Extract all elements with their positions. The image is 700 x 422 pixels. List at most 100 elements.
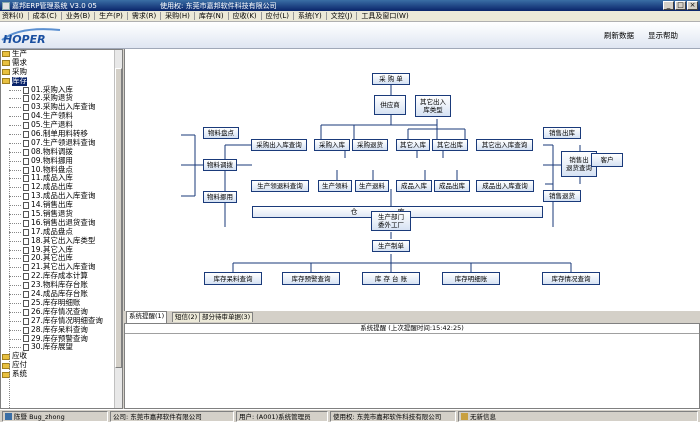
menu-item[interactable]: 采购(H) [163, 11, 192, 21]
module-tree: 生产 需求 采购 库存 01.采购入库 02.采购退货 03.采购出入库查询 04.生产领料 0… [0, 49, 123, 409]
document-icon [23, 335, 29, 343]
window-controls: _ □ × [663, 1, 698, 10]
menu-item[interactable]: 库存(N) [197, 11, 226, 21]
status-messages[interactable]: 无新信息 [458, 411, 698, 422]
menu-separator [193, 12, 195, 20]
menu-bar: 资料(I) 成本(C) 业务(B) 生产(P) 需求(R) 采购(H) 库存(N) 应收(K)… [0, 11, 700, 22]
node-stock-detail[interactable]: 库存明细账 [442, 272, 500, 285]
menu-item[interactable]: 需求(R) [130, 11, 158, 21]
tree-item[interactable]: 30.库存展望 [1, 342, 122, 352]
tree-item-label: 库存 [12, 75, 27, 86]
node-product-io-query[interactable]: 成品出入库查询 [476, 180, 534, 192]
node-stock-status[interactable]: 库存情况查询 [542, 272, 600, 285]
menu-separator [325, 12, 327, 20]
menu-item[interactable]: 文控(J) [329, 11, 355, 21]
node-purchase-order[interactable]: 采 购 单 [372, 73, 410, 85]
node-other-io-type[interactable]: 其它出入 库类型 [415, 95, 451, 117]
document-icon [23, 175, 29, 183]
document-icon [23, 104, 29, 112]
refresh-data-button[interactable]: 刷新数据 [604, 30, 634, 41]
document-icon [23, 122, 29, 130]
menu-item[interactable]: 成本(C) [31, 11, 59, 21]
tree-connector [9, 148, 10, 408]
document-icon [23, 317, 29, 325]
node-supplier[interactable]: 供应商 [374, 95, 406, 115]
message-tabs: 系统提醒(1) 短信(2) 部分待审单据(3) [124, 311, 700, 323]
folder-icon [2, 51, 10, 58]
tree-scroll-thumb[interactable] [115, 68, 122, 368]
status-current-user: 陈暨 Bug_zhong [2, 411, 108, 422]
node-material-transfer[interactable]: 物料调拨 [203, 159, 237, 171]
node-prod-pick-query[interactable]: 生产领退料查询 [251, 180, 309, 192]
document-icon [23, 299, 29, 307]
show-help-button[interactable]: 显示帮助 [648, 30, 678, 41]
document-icon [23, 113, 29, 121]
maximize-button[interactable]: □ [675, 1, 686, 10]
document-icon [23, 255, 29, 263]
document-icon [23, 202, 29, 210]
node-prod-order[interactable]: 生产制单 [372, 240, 410, 252]
node-sales-out[interactable]: 销售出库 [543, 127, 581, 139]
node-customer[interactable]: 客户 [591, 153, 623, 167]
tree-scrollbar[interactable] [114, 50, 122, 408]
menu-item[interactable]: 生产(P) [97, 11, 125, 21]
menu-separator [293, 12, 295, 20]
node-stock-ledger[interactable]: 库 存 台 账 [362, 272, 420, 285]
menu-separator [94, 12, 96, 20]
node-product-out[interactable]: 成品出库 [434, 180, 470, 192]
document-icon [23, 157, 29, 165]
node-product-in[interactable]: 成品入库 [396, 180, 432, 192]
node-other-in[interactable]: 其它入库 [396, 139, 430, 151]
node-sales-return[interactable]: 销售退货 [543, 190, 581, 202]
node-purchase-in[interactable]: 采购入库 [314, 139, 350, 151]
node-purchase-io-query[interactable]: 采购出入库查询 [251, 139, 307, 151]
message-header: 系统提醒 (上次提醒时间:15:42:25) [125, 324, 699, 334]
menu-separator [27, 12, 29, 20]
node-stock-dead[interactable]: 库存呆料查询 [204, 272, 262, 285]
node-material-count[interactable]: 物料盘点 [203, 127, 239, 139]
document-icon [23, 86, 29, 94]
menu-item[interactable]: 工具及窗口(W) [359, 11, 410, 21]
document-icon [23, 219, 29, 227]
message-icon [461, 413, 468, 420]
menu-item[interactable]: 系统(Y) [296, 11, 324, 21]
tab-sms[interactable]: 短信(2) [172, 312, 201, 322]
tab-pending-documents[interactable]: 部分待审单据(3) [199, 312, 254, 322]
document-icon [23, 210, 29, 218]
close-button[interactable]: × [687, 1, 698, 10]
status-company: 公司: 东莞市嘉邦软件有限公司 [110, 411, 234, 422]
menu-item[interactable]: 资料(I) [0, 11, 26, 21]
window-title: 嘉邦ERP管理系统 V3.0 05 [12, 1, 97, 10]
minimize-button[interactable]: _ [663, 1, 674, 10]
node-prod-pick[interactable]: 生产领料 [318, 180, 352, 192]
menu-item[interactable]: 应收(K) [231, 11, 259, 21]
status-messages-text: 无新信息 [470, 413, 496, 421]
tree-folder[interactable]: 系统 [1, 369, 122, 379]
app-icon [2, 1, 10, 10]
node-prod-dept[interactable]: 生产部门 委外工厂 [371, 211, 411, 231]
title-bar: 嘉邦ERP管理系统 V3.0 05 使用权: 东莞市嘉邦软件科技有限公司 _ □… [0, 0, 700, 11]
menu-item[interactable]: 应付(L) [264, 11, 291, 21]
user-icon [5, 413, 12, 420]
document-icon [23, 130, 29, 138]
document-icon [23, 344, 29, 352]
folder-icon [2, 60, 10, 67]
node-purchase-return[interactable]: 采购退货 [352, 139, 388, 151]
status-login-user: 用户: (A001)系统管理员 [236, 411, 328, 422]
erp-window: 嘉邦ERP管理系统 V3.0 05 使用权: 东莞市嘉邦软件科技有限公司 _ □… [0, 0, 700, 422]
menu-separator [356, 12, 358, 20]
node-stock-warn[interactable]: 库存预警查询 [282, 272, 340, 285]
folder-icon [2, 78, 10, 85]
node-other-out[interactable]: 其它出库 [432, 139, 468, 151]
menu-separator [260, 12, 262, 20]
app-header: HOPER 刷新数据 显示帮助 [0, 22, 700, 49]
tab-system-reminder[interactable]: 系统提醒(1) [126, 311, 168, 323]
logo-text: HOPER [3, 33, 46, 46]
node-prod-return[interactable]: 生产退料 [355, 180, 389, 192]
document-icon [23, 148, 29, 156]
menu-item[interactable]: 业务(B) [64, 11, 92, 21]
node-material-borrow[interactable]: 物料挪用 [203, 191, 237, 203]
document-icon [23, 264, 29, 272]
document-icon [23, 246, 29, 254]
node-other-io-query[interactable]: 其它出入库查询 [476, 139, 533, 151]
